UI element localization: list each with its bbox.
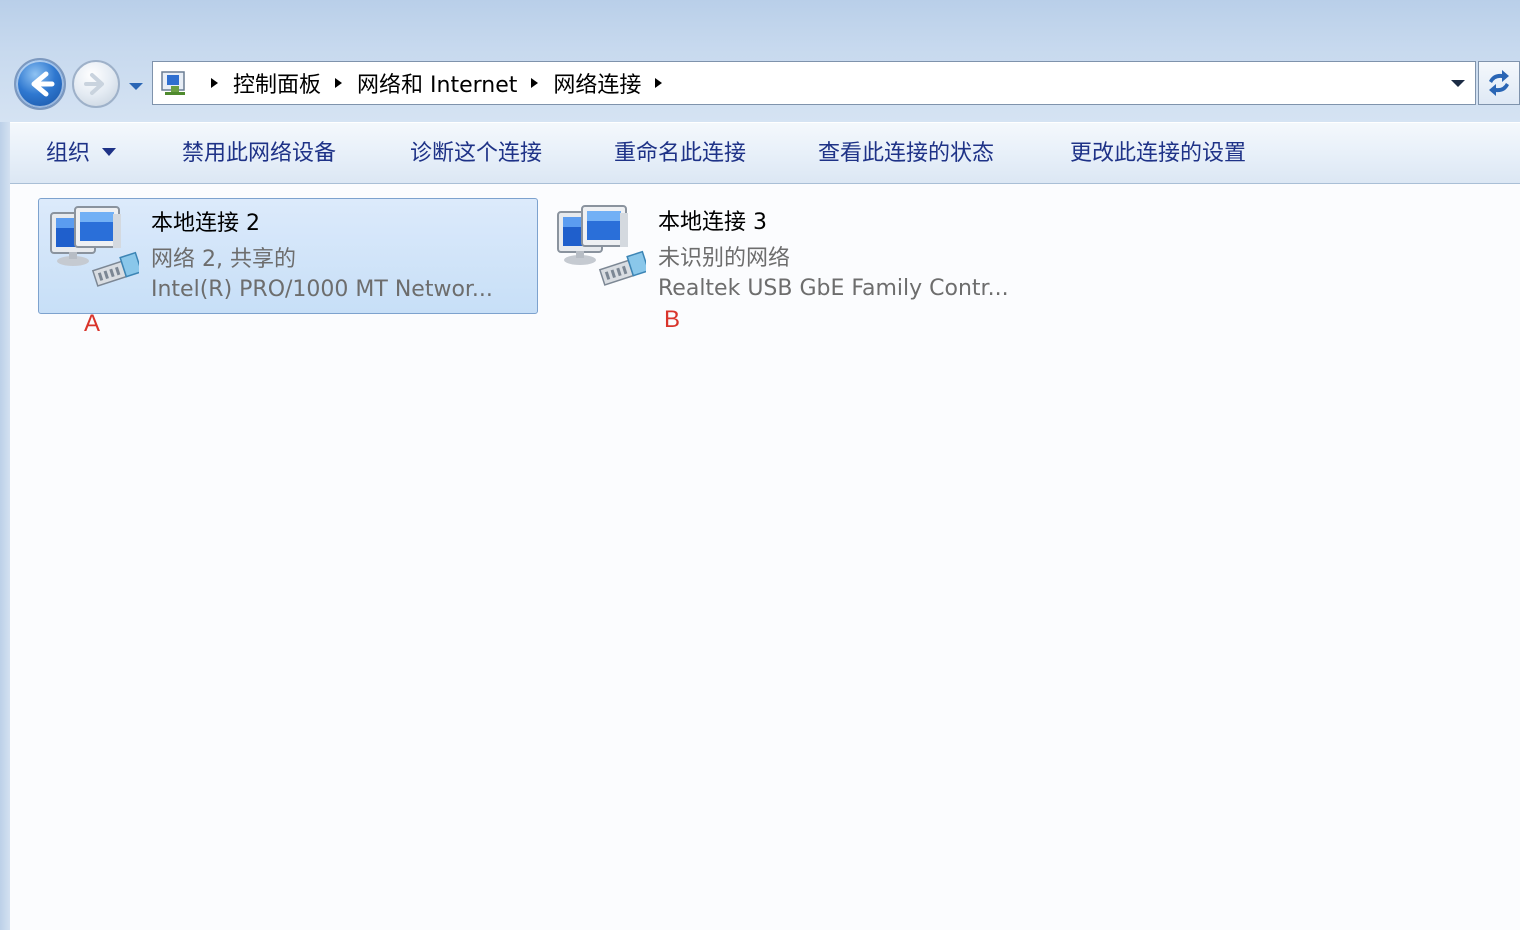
connection-item-local-3[interactable]: 本地连接 3 未识别的网络 Realtek USB GbE Family Con… <box>546 198 1066 314</box>
connections-list: 本地连接 2 网络 2, 共享的 Intel(R) PRO/1000 MT Ne… <box>10 184 1520 930</box>
organize-menu-button[interactable]: 组织 <box>46 137 117 171</box>
change-settings-button[interactable]: 更改此连接的设置 <box>1070 137 1246 171</box>
connection-name: 本地连接 2 <box>151 211 260 236</box>
chevron-down-icon[interactable] <box>1447 75 1469 91</box>
breadcrumb: 控制面板 网络和 Internet 网络连接 <box>197 62 677 104</box>
connection-network: 网络 2, 共享的 <box>151 247 296 272</box>
diagnose-connection-button[interactable]: 诊断这个连接 <box>410 137 542 171</box>
command-bar: 组织 禁用此网络设备 诊断这个连接 重命名此连接 查看此连接的状态 更改此连接的… <box>10 122 1520 184</box>
refresh-button[interactable] <box>1478 61 1520 105</box>
connection-name: 本地连接 3 <box>658 210 767 235</box>
disable-device-button[interactable]: 禁用此网络设备 <box>182 137 336 171</box>
rename-connection-button[interactable]: 重命名此连接 <box>614 137 746 171</box>
recent-pages-chevron-icon[interactable] <box>126 76 146 96</box>
network-adapter-icon <box>50 206 139 287</box>
network-folder-icon <box>161 71 185 95</box>
chevron-down-icon <box>102 148 117 156</box>
breadcrumb-control-panel[interactable]: 控制面板 <box>233 67 321 99</box>
breadcrumb-network-connections[interactable]: 网络连接 <box>553 67 641 99</box>
window-left-border <box>0 122 10 930</box>
breadcrumb-arrow-icon[interactable] <box>331 76 345 90</box>
organize-label: 组织 <box>46 141 91 166</box>
connection-item-local-2[interactable]: 本地连接 2 网络 2, 共享的 Intel(R) PRO/1000 MT Ne… <box>38 198 538 314</box>
forward-button[interactable] <box>72 60 120 108</box>
network-adapter-icon <box>557 205 646 286</box>
back-button[interactable] <box>14 58 66 110</box>
annotation-marker-a: A <box>84 310 101 337</box>
connection-device: Intel(R) PRO/1000 MT Networ... <box>151 277 493 302</box>
breadcrumb-arrow-icon[interactable] <box>651 76 665 90</box>
view-status-button[interactable]: 查看此连接的状态 <box>818 137 994 171</box>
breadcrumb-arrow-icon[interactable] <box>527 76 541 90</box>
back-arrow-icon <box>31 71 55 97</box>
connection-device: Realtek USB GbE Family Contr... <box>658 276 1009 301</box>
connection-network: 未识别的网络 <box>658 246 791 271</box>
annotation-marker-b: B <box>664 306 681 333</box>
forward-arrow-icon <box>84 73 104 95</box>
refresh-icon <box>1489 70 1509 96</box>
address-bar[interactable]: 控制面板 网络和 Internet 网络连接 <box>152 61 1476 105</box>
breadcrumb-arrow-icon[interactable] <box>207 76 221 90</box>
breadcrumb-network-internet[interactable]: 网络和 Internet <box>357 67 517 99</box>
